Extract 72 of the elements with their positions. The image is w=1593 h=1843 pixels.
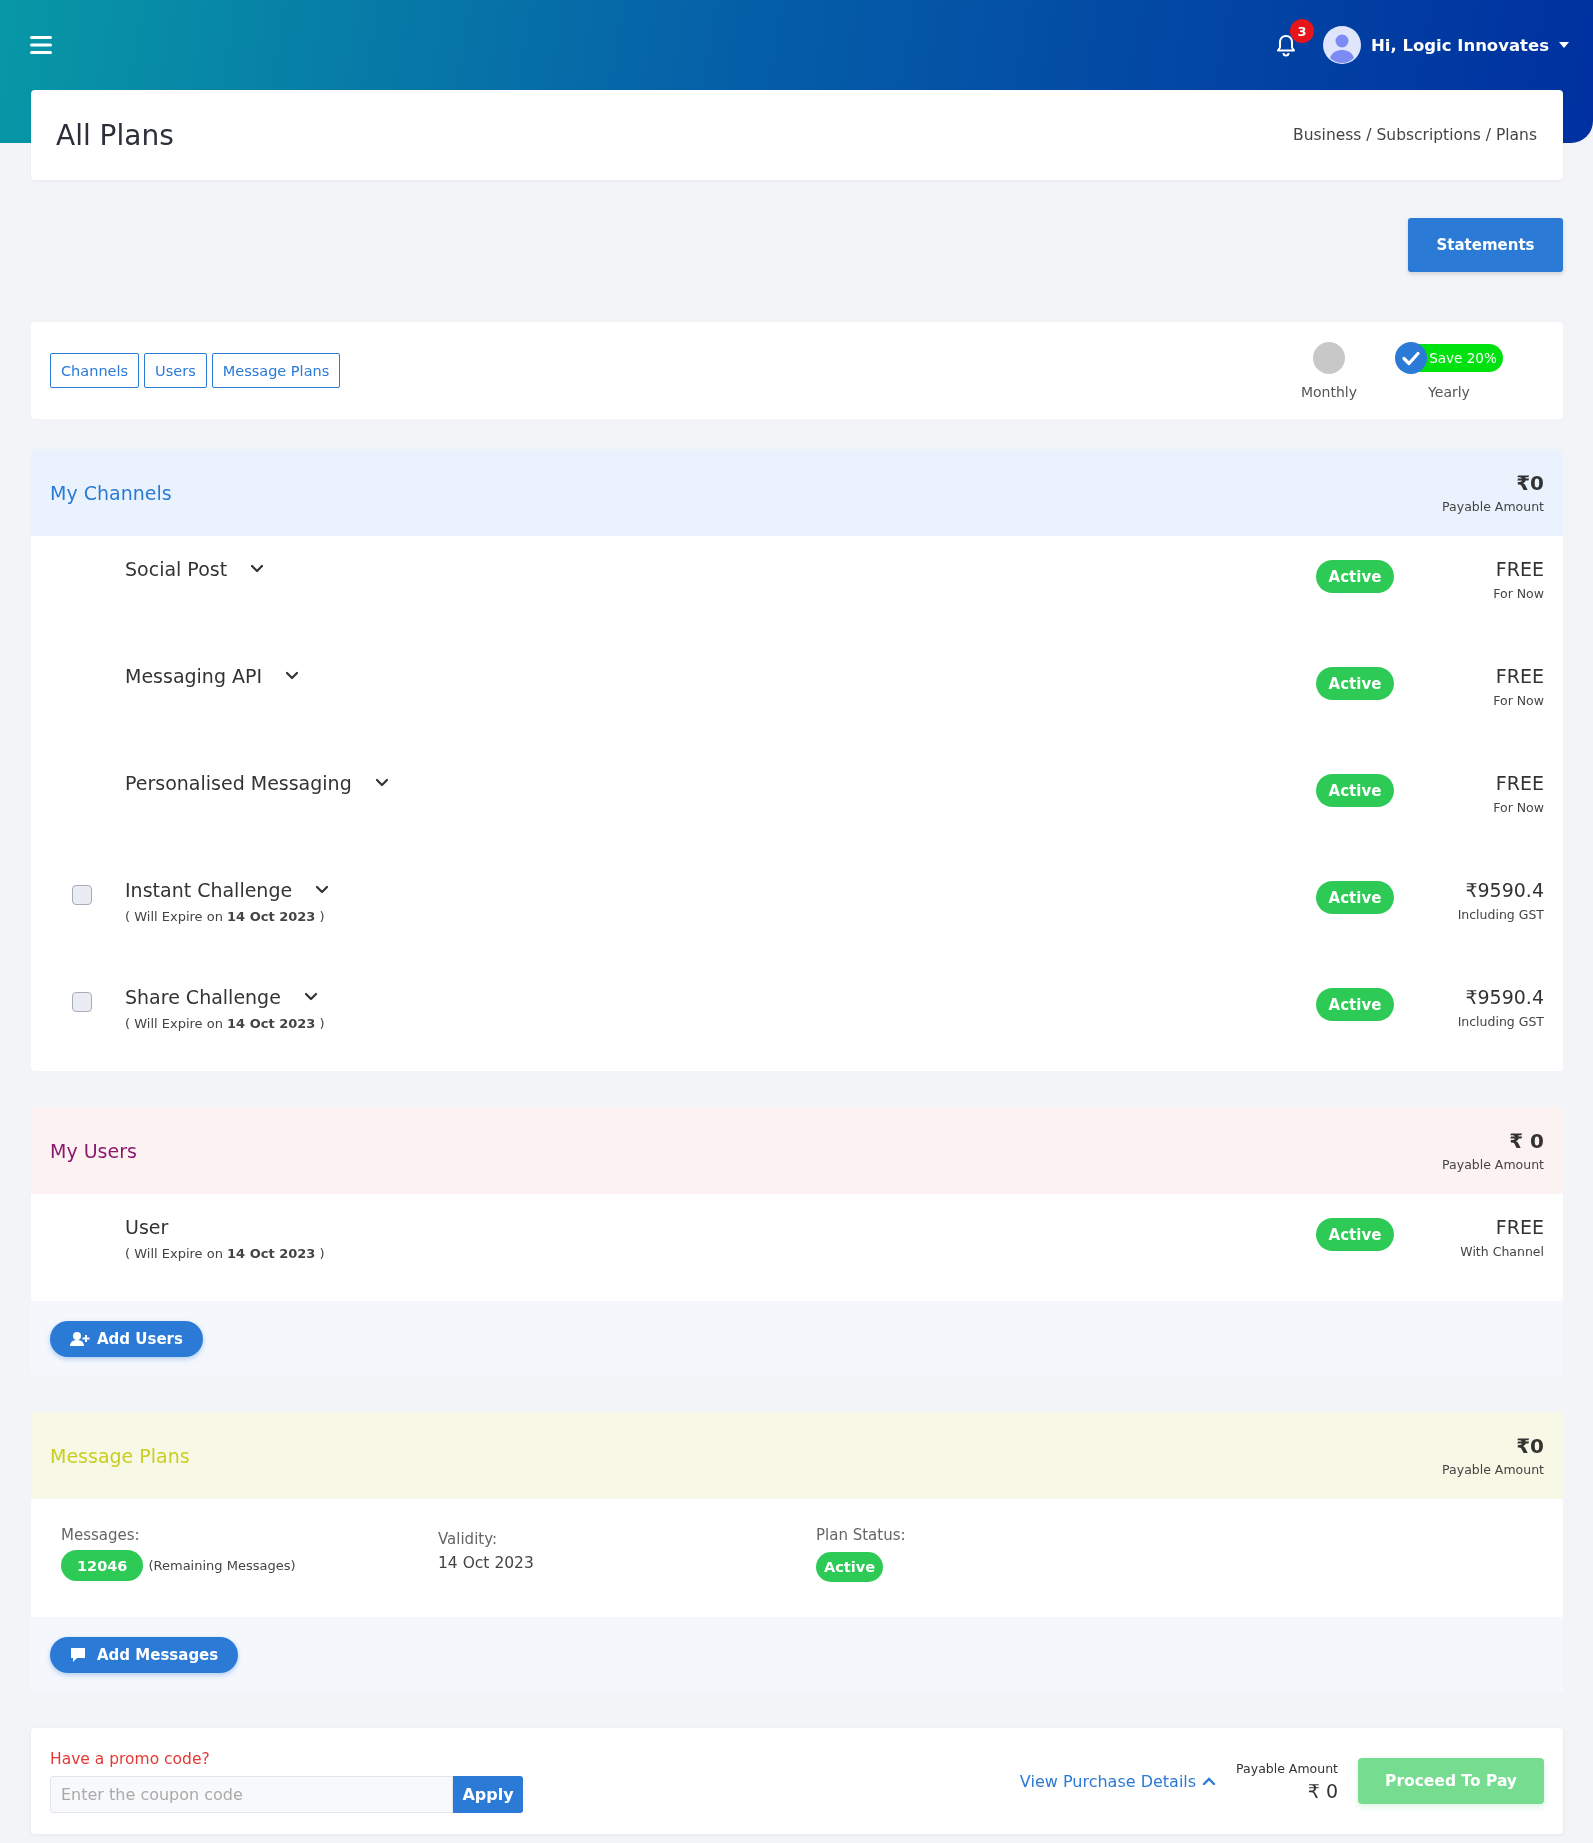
add-users-button[interactable]: Add Users xyxy=(50,1320,203,1357)
price-note: Including GST xyxy=(1457,1014,1544,1029)
filter-tab[interactable]: Message Plans xyxy=(211,353,341,388)
status-badge: Active xyxy=(1316,667,1394,700)
payable-amount: ₹0 xyxy=(1516,1434,1544,1458)
add-messages-button[interactable]: Add Messages xyxy=(50,1636,239,1673)
payable-amount: ₹0 xyxy=(1516,471,1544,495)
billing-label: Yearly xyxy=(1428,383,1470,400)
plan-name: Social Post xyxy=(125,558,228,580)
validity-date: 14 Oct 2023 xyxy=(438,1554,535,1572)
plan-price: ₹9590.4 xyxy=(1465,879,1544,901)
status-badge: Active xyxy=(1316,988,1394,1021)
coupon-code-field[interactable]: Enter the coupon code xyxy=(50,1775,453,1813)
menu-icon[interactable] xyxy=(30,35,54,55)
expiry-note: ( Will Expire on 14 Oct 2023 ) xyxy=(125,1016,326,1031)
status-badge: Active xyxy=(816,1552,883,1582)
section-title: My Users xyxy=(50,1139,137,1162)
page-title: All Plans xyxy=(56,118,174,152)
chevron-up-icon xyxy=(1202,1776,1217,1786)
payable-label: Payable Amount xyxy=(1236,1760,1338,1776)
price-note: For Now xyxy=(1493,800,1544,815)
status-badge: Active xyxy=(1316,560,1394,593)
section-title: My Channels xyxy=(50,481,172,504)
avatar-icon[interactable] xyxy=(1322,26,1361,64)
billing-label: Monthly xyxy=(1300,383,1358,400)
add-user-icon xyxy=(70,1330,90,1347)
billing-toggle[interactable] xyxy=(1313,341,1345,374)
plan-name: User xyxy=(125,1216,169,1238)
message-count-badge: 12046 xyxy=(61,1550,144,1581)
user-name[interactable]: Hi, Logic Innovates xyxy=(1370,35,1549,55)
caret-icon[interactable] xyxy=(1559,42,1569,48)
payable-amount: ₹ 0 xyxy=(1509,1129,1544,1153)
price-note: Including GST xyxy=(1457,907,1544,922)
plan-price: ₹9590.4 xyxy=(1465,986,1544,1008)
check-icon xyxy=(1395,341,1428,374)
checkbox[interactable] xyxy=(72,992,92,1012)
price-note: For Now xyxy=(1493,586,1544,601)
price-note: For Now xyxy=(1493,693,1544,708)
section-title: Message Plans xyxy=(50,1444,190,1467)
view-purchase-details-link[interactable]: View Purchase Details xyxy=(1019,1771,1217,1791)
plan-price: FREE xyxy=(1495,772,1544,794)
apply-button[interactable]: Apply xyxy=(453,1775,523,1813)
plan-name: Instant Challenge xyxy=(125,879,293,901)
payable-label: Payable Amount xyxy=(1442,499,1544,514)
checkbox[interactable] xyxy=(72,885,92,905)
status-badge: Active xyxy=(1316,774,1394,807)
messages-label: Messages: xyxy=(61,1526,141,1544)
price-note: With Channel xyxy=(1460,1244,1544,1259)
plan-price: FREE xyxy=(1495,558,1544,580)
filter-tab[interactable]: Users xyxy=(144,353,207,388)
plan-status-label: Plan Status: xyxy=(816,1526,907,1544)
payable-label: Payable Amount xyxy=(1442,1157,1544,1172)
remaining-note: (Remaining Messages) xyxy=(148,1558,296,1573)
payable-label: Payable Amount xyxy=(1442,1462,1544,1477)
promo-code-label: Have a promo code? xyxy=(50,1749,211,1768)
notification-bell-icon[interactable] xyxy=(1274,33,1297,57)
plan-price: FREE xyxy=(1495,665,1544,687)
radio-icon xyxy=(1313,341,1345,374)
payable-amount: ₹ 0 xyxy=(1307,1779,1338,1802)
notification-count-badge: 3 xyxy=(1289,19,1314,43)
plan-name: Personalised Messaging xyxy=(125,772,352,794)
status-badge: Active xyxy=(1316,1218,1394,1251)
validity-label: Validity: xyxy=(438,1530,499,1548)
plan-price: FREE xyxy=(1495,1216,1544,1238)
plan-name: Share Challenge xyxy=(125,986,281,1008)
statements-button[interactable]: Statements xyxy=(1408,218,1563,272)
plan-name: Messaging API xyxy=(125,665,263,687)
expiry-note: ( Will Expire on 14 Oct 2023 ) xyxy=(125,909,326,924)
status-badge: Active xyxy=(1316,881,1394,914)
expiry-note: ( Will Expire on 14 Oct 2023 ) xyxy=(125,1246,326,1261)
filter-tab[interactable]: Channels xyxy=(50,353,140,388)
breadcrumb[interactable]: Business / Subscriptions / Plans xyxy=(1293,126,1537,144)
